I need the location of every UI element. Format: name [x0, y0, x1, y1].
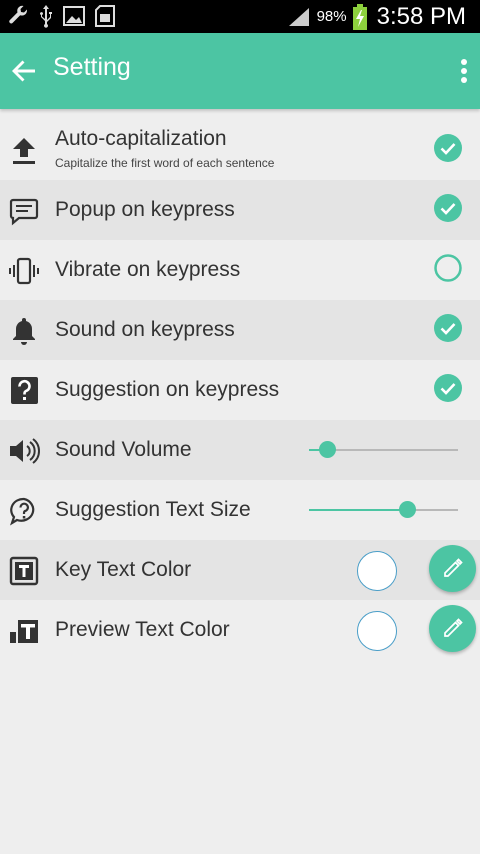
setting-label: Sound on keypress: [55, 318, 235, 341]
edit-preview-text-color-button[interactable]: [429, 605, 476, 652]
overflow-menu-icon[interactable]: [454, 55, 474, 87]
checked-checkbox[interactable]: [434, 134, 462, 162]
wrench-icon: [9, 5, 28, 24]
app-bar: Setting: [0, 33, 480, 109]
help-box-icon: [11, 377, 38, 404]
slider-thumb[interactable]: [399, 501, 417, 518]
checked-checkbox[interactable]: [434, 194, 462, 222]
notification-icons: [6, 4, 116, 28]
status-bar: 98% 3:58 PM: [0, 0, 480, 33]
slider-fill: [309, 509, 408, 511]
setting-auto-capitalization[interactable]: Auto-capitalization Capitalize the first…: [0, 120, 480, 180]
upload-icon: [13, 138, 35, 164]
help-bubble-icon: [10, 497, 35, 526]
image-icon: [63, 6, 85, 26]
setting-sound-volume: Sound Volume: [0, 420, 480, 480]
setting-popup[interactable]: Popup on keypress: [0, 180, 480, 240]
status-clock: 3:58 PM: [376, 2, 466, 30]
bell-icon: [13, 318, 35, 345]
setting-label: Suggestion Text Size: [55, 498, 251, 521]
setting-label: Key Text Color: [55, 558, 192, 581]
slider-thumb[interactable]: [318, 441, 336, 458]
usb-icon: [40, 5, 52, 28]
battery-charging-icon: [352, 3, 367, 30]
suggestion-text-size-slider[interactable]: [309, 501, 458, 518]
setting-sublabel: Capitalize the first word of each senten…: [55, 156, 275, 170]
text-preview-icon: [10, 620, 38, 643]
setting-suggestion[interactable]: Suggestion on keypress: [0, 360, 480, 420]
sd-card-icon: [95, 5, 115, 27]
setting-preview-text-color: Preview Text Color: [0, 600, 480, 660]
key-text-color-swatch: [357, 551, 397, 591]
settings-list: Auto-capitalization Capitalize the first…: [0, 120, 480, 660]
setting-key-text-color: Key Text Color: [0, 540, 480, 600]
battery-percent: 98%: [316, 8, 347, 25]
setting-vibrate[interactable]: Vibrate on keypress: [0, 240, 480, 300]
signal-icon: [288, 7, 309, 26]
text-box-icon: [9, 556, 39, 586]
checked-checkbox[interactable]: [434, 314, 462, 342]
checked-checkbox[interactable]: [434, 374, 462, 402]
setting-suggestion-text-size: Suggestion Text Size: [0, 480, 480, 540]
pencil-icon: [444, 618, 463, 637]
vibrate-icon: [9, 257, 39, 285]
message-icon: [9, 198, 39, 226]
pencil-icon: [444, 558, 463, 577]
back-arrow-icon[interactable]: [8, 55, 40, 87]
setting-label: Vibrate on keypress: [55, 258, 241, 281]
setting-sound[interactable]: Sound on keypress: [0, 300, 480, 360]
edit-key-text-color-button[interactable]: [429, 545, 476, 592]
page-title: Setting: [53, 53, 131, 81]
setting-label: Auto-capitalization: [55, 127, 227, 150]
unchecked-checkbox[interactable]: [434, 254, 462, 282]
setting-label: Suggestion on keypress: [55, 378, 280, 401]
preview-text-color-swatch: [357, 611, 397, 651]
setting-label: Sound Volume: [55, 438, 192, 461]
setting-label: Popup on keypress: [55, 198, 235, 221]
setting-label: Preview Text Color: [55, 618, 230, 641]
volume-icon: [10, 438, 40, 464]
sound-volume-slider[interactable]: [309, 441, 458, 458]
